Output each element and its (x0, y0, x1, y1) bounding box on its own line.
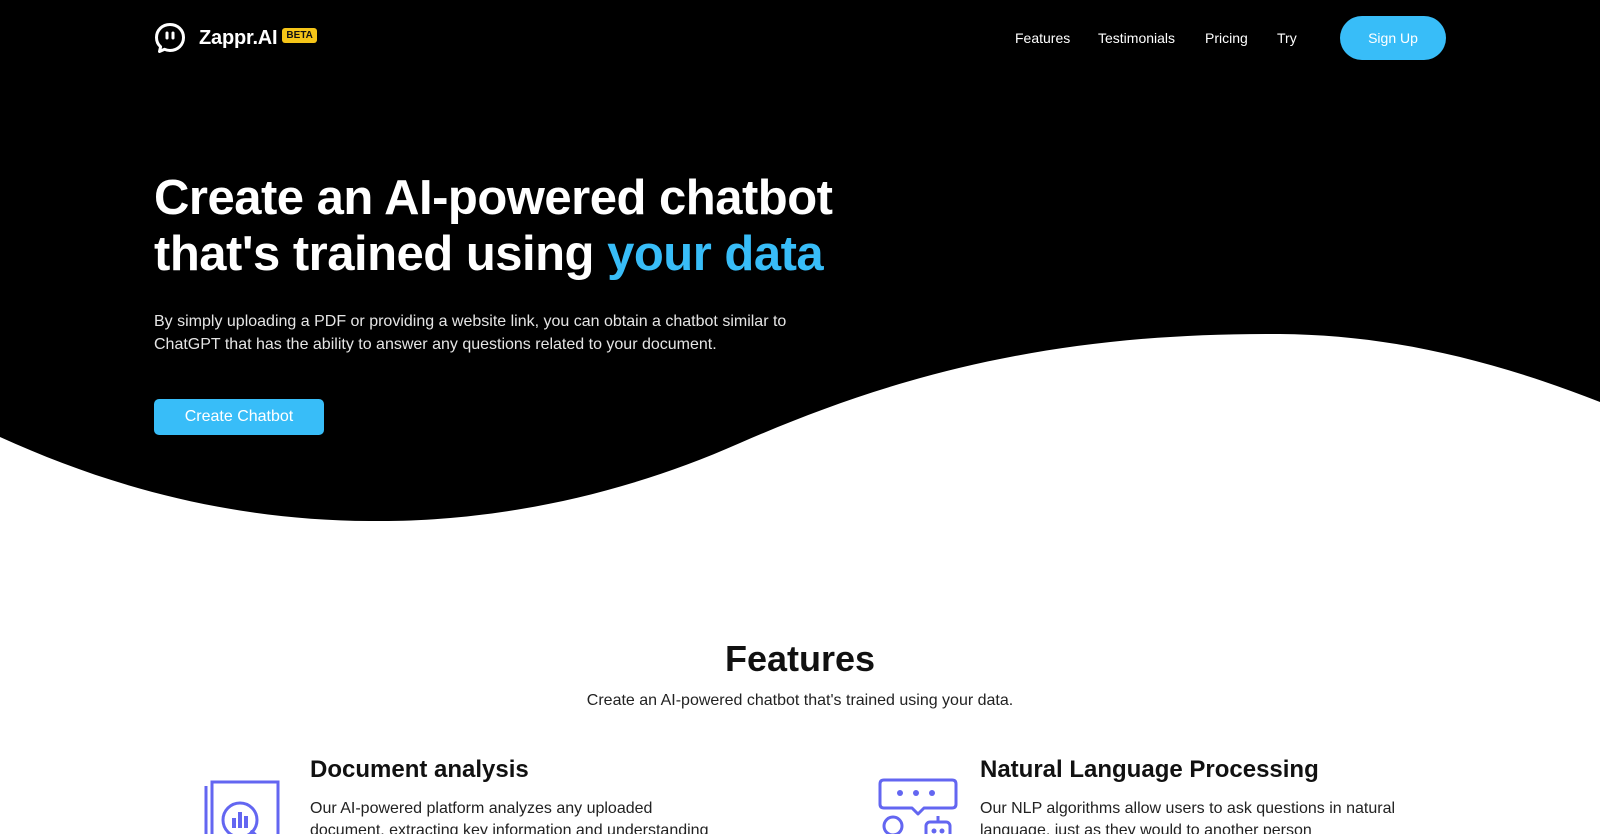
hero-description: By simply uploading a PDF or providing a… (154, 313, 787, 353)
nav-link-pricing[interactable]: Pricing (1205, 28, 1248, 48)
navbar: Zappr.AI BETA Features Testimonials Pric… (0, 0, 1600, 76)
hero-title-line1: Create an AI-powered chatbot (154, 171, 833, 225)
brand-name: Zappr.AI (199, 26, 278, 49)
brand[interactable]: Zappr.AI BETA (154, 22, 317, 54)
beta-badge: BETA (282, 27, 317, 43)
hero-title-accent: your data (607, 227, 824, 281)
features-subtitle: Create an AI-powered chatbot that's trai… (586, 692, 1014, 709)
nav-link-features[interactable]: Features (1015, 28, 1070, 48)
nav-link-testimonials[interactable]: Testimonials (1098, 28, 1175, 48)
signup-button[interactable]: Sign Up (1340, 16, 1446, 60)
chat-bubble-logo-icon (155, 23, 185, 53)
create-chatbot-button[interactable]: Create Chatbot (154, 399, 324, 435)
document-analysis-icon (204, 780, 280, 834)
feature-title-document-analysis: Document analysis (310, 756, 529, 783)
feature-title-nlp: Natural Language Processing (980, 756, 1319, 783)
chat-robot-icon (878, 778, 958, 834)
hero-title: Create an AI-powered chatbot that's trai… (154, 170, 914, 282)
feature-text-nlp: Our NLP algorithms allow users to ask qu… (980, 800, 1396, 834)
nav-link-try[interactable]: Try (1277, 28, 1297, 48)
hero-title-line2: that's trained using (154, 227, 608, 281)
features-title: Features (724, 638, 876, 679)
feature-text-document-analysis: Our AI-powered platform analyzes any upl… (310, 800, 709, 834)
